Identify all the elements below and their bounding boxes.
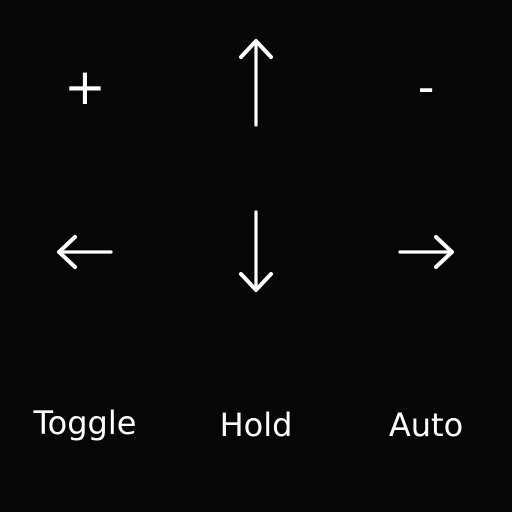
plus-button[interactable]: + [10,32,160,142]
toggle-button[interactable]: Toggle [10,368,160,478]
remote-keypad: + - Toggle Hold Auto [0,0,512,512]
plus-icon: + [64,58,106,116]
right-button[interactable] [351,197,501,307]
toggle-label: Toggle [33,404,137,442]
down-button[interactable] [181,197,331,307]
auto-label: Auto [388,406,464,444]
hold-label: Hold [219,406,293,444]
hold-button[interactable]: Hold [181,370,331,480]
up-button[interactable] [181,27,331,137]
arrow-down-icon [239,210,273,292]
minus-button[interactable]: - [351,32,501,142]
arrow-up-icon [239,39,273,127]
left-button[interactable] [10,197,160,307]
arrow-right-icon [398,235,454,269]
minus-icon: - [417,60,435,114]
arrow-left-icon [57,235,113,269]
auto-button[interactable]: Auto [351,370,501,480]
